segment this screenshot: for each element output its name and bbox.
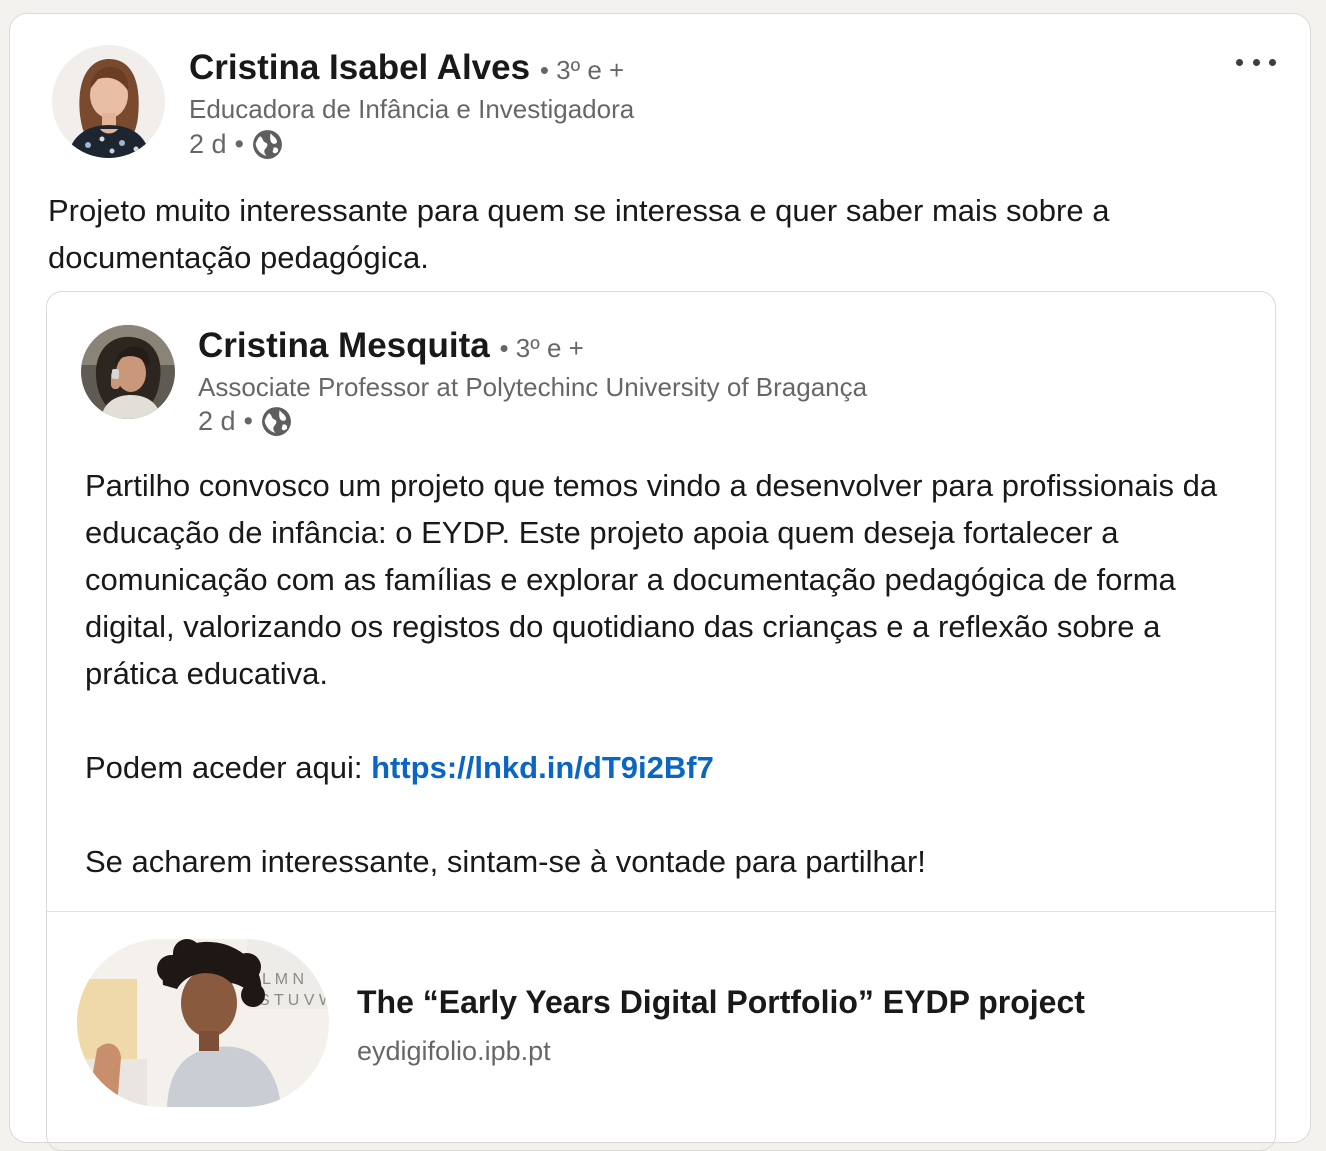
author-name[interactable]: Cristina Isabel Alves • 3º e + [189,48,624,88]
post-time: 2 d [189,129,227,159]
shared-post-time: 2 d [198,406,236,436]
author-avatar[interactable] [52,45,165,158]
shared-post: Cristina Mesquita • 3º e + Associate Pro… [46,291,1276,1151]
shared-author-headline: Associate Professor at Polytechinc Unive… [198,372,868,402]
author-headline: Educadora de Infância e Investigadora [189,94,635,124]
post-meta: 2 d • [189,128,284,161]
svg-text:L M N: L M N [262,971,304,988]
access-line: Podem aceder aqui: https://lnkd.in/dT9i2… [85,744,1245,791]
svg-text:S T U V W: S T U V W [259,992,329,1009]
closing-line: Se acharem interessante, sintam-se à von… [85,844,926,879]
feed-post-card: Cristina Isabel Alves • 3º e + Educadora… [9,13,1311,1151]
preview-divider [47,911,1275,912]
meta-separator: • [243,406,253,436]
shared-author-name-text[interactable]: Cristina Mesquita [198,326,490,365]
link-preview-title[interactable]: The “Early Years Digital Portfolio” EYDP… [357,984,1085,1021]
shared-connection-degree: • 3º e + [499,333,584,363]
post-commentary: Projeto muito interessante para quem se … [48,193,1110,275]
meta-separator: • [234,129,244,159]
access-prefix: Podem aceder aqui: [85,750,372,785]
connection-degree: • 3º e + [539,55,625,85]
globe-icon [260,405,293,438]
shared-post-body: Partilho convosco um projeto que temos v… [85,462,1245,885]
more-dot [1252,58,1260,66]
link-preview-thumbnail[interactable]: L M N S T U V W [77,939,329,1107]
more-options-icon[interactable] [1236,52,1276,72]
globe-icon [251,128,284,161]
author-name-text[interactable]: Cristina Isabel Alves [189,48,530,87]
shared-body-paragraph: Partilho convosco um projeto que temos v… [85,468,1218,691]
more-dot [1236,58,1243,66]
more-dot [1269,58,1276,66]
link-preview-domain: eydigifolio.ipb.pt [357,1036,551,1066]
shared-post-meta: 2 d • [198,405,293,438]
shared-author-avatar[interactable] [81,325,175,419]
shared-author-name[interactable]: Cristina Mesquita • 3º e + [198,326,584,366]
project-link[interactable]: https://lnkd.in/dT9i2Bf7 [371,750,714,785]
